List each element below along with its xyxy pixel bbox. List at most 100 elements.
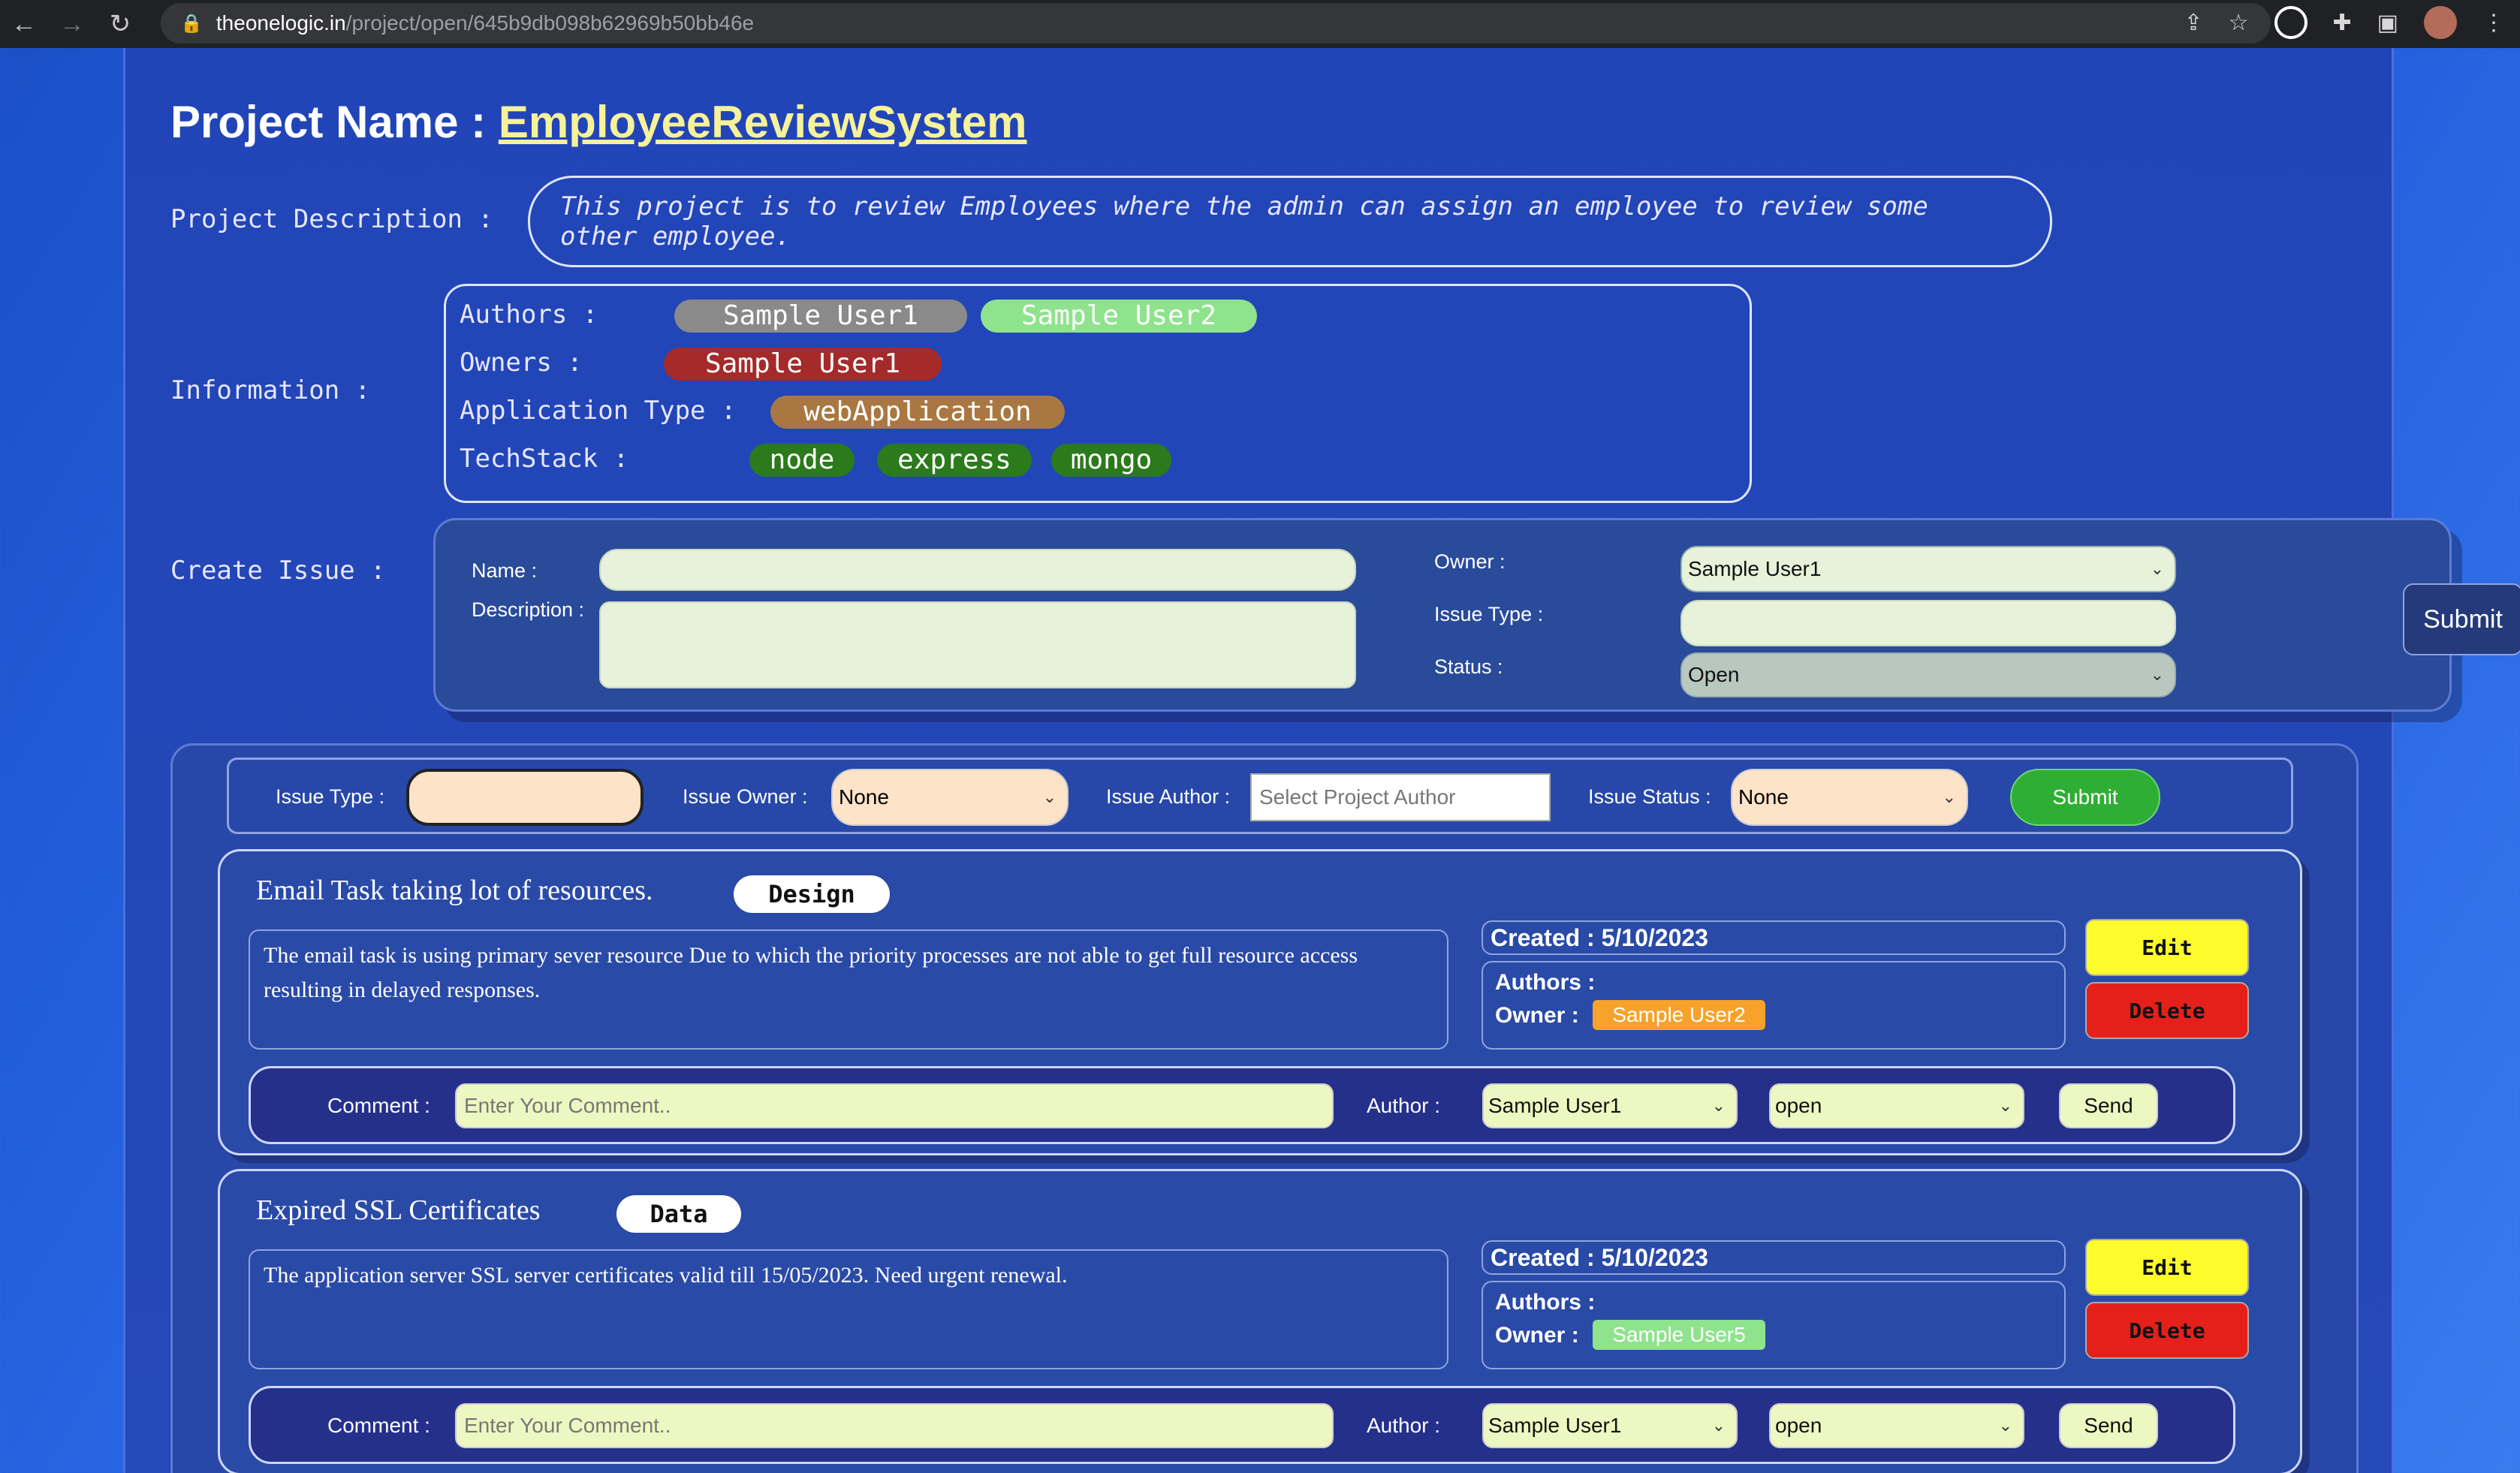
author-label: Author : [1367,1414,1441,1437]
issue-meta: Authors : Owner : Sample User5 [1482,1281,2066,1369]
issue-card: Email Task taking lot of resources. Desi… [218,849,2302,1155]
puzzle-icon[interactable]: ✚ [2333,10,2352,36]
comment-bar: Comment : Enter Your Comment.. Author : … [249,1066,2235,1144]
author-label: Author : [1367,1094,1441,1117]
owner-select[interactable]: Sample User1 ⌄ [1681,546,2176,592]
comment-author-value: Sample User1 [1488,1414,1622,1437]
owners-label: Owners : [460,348,583,378]
extension-icon[interactable] [2274,6,2307,39]
menu-icon[interactable]: ⋮ [2482,10,2505,36]
issue-name-input[interactable] [599,549,1356,591]
filter-issue-type-input[interactable] [406,769,644,826]
edit-button[interactable]: Edit [2085,1239,2249,1296]
issue-tag: Data [616,1195,741,1233]
filter-issue-owner-label: Issue Owner : [683,785,808,808]
comment-input[interactable]: Enter Your Comment.. [455,1083,1334,1128]
filter-issue-author-input[interactable]: Select Project Author [1250,773,1551,821]
issue-authors-label: Authors : [1495,970,1596,995]
techstack-label: TechStack : [460,444,629,474]
issue-description: The application server SSL server certif… [249,1249,1448,1369]
description-box: This project is to review Employees wher… [528,176,2052,267]
filter-issue-type-label: Issue Type : [276,785,385,808]
page-content: Project Name : EmployeeReviewSystem Proj… [123,48,2520,1473]
comment-status-value: open [1775,1414,1822,1437]
filter-submit-button[interactable]: Submit [2010,769,2160,826]
url-path: /project/open/645b9db098b62969b50bb46e [345,11,755,35]
create-issue-form: Name : Description : Owner : Sample User… [433,518,2520,712]
owner-select-value: Sample User1 [1688,557,1822,580]
lock-icon: 🔒 [180,13,203,34]
author-pill: Sample User1 [674,300,967,333]
chevron-down-icon: ⌄ [1711,1416,1726,1435]
project-name-link[interactable]: EmployeeReviewSystem [499,97,1027,147]
chevron-down-icon: ⌄ [1998,1096,2012,1115]
edit-button[interactable]: Edit [2085,919,2249,976]
filter-issue-owner-value: None [839,785,889,809]
create-issue-label: Create Issue : [170,556,386,586]
comment-author-select[interactable]: Sample User1 ⌄ [1482,1403,1738,1448]
author-pill: Sample User2 [981,300,1257,333]
issue-owner-label: Owner : [1495,1003,1579,1028]
issues-panel: Issue Type : Issue Owner : None ⌄ Issue … [170,743,2359,1473]
create-issue-submit-button[interactable]: Submit [2403,583,2520,655]
filter-issue-status-value: None [1738,785,1789,809]
comment-input[interactable]: Enter Your Comment.. [455,1403,1334,1448]
issue-tag: Design [734,875,890,913]
issue-description-input[interactable] [599,601,1356,688]
issue-type-input[interactable] [1681,600,2176,646]
chevron-down-icon: ⌄ [1711,1096,1726,1115]
comment-author-select[interactable]: Sample User1 ⌄ [1482,1083,1738,1128]
issue-meta: Authors : Owner : Sample User2 [1482,961,2066,1050]
comment-status-select[interactable]: open ⌄ [1769,1403,2024,1448]
status-select-value: Open [1688,663,1740,686]
issue-created: Created : 5/10/2023 [1482,1240,2066,1275]
app-type-label: Application Type : [460,396,737,426]
owner-pill: Sample User1 [664,348,942,381]
owner-label: Owner : [1434,550,1506,573]
status-select[interactable]: Open ⌄ [1681,652,2176,697]
description-field-label: Description : [472,598,585,621]
owner-badge: Sample User5 [1593,1320,1765,1350]
issue-title: Email Task taking lot of resources. [256,875,653,906]
status-label: Status : [1434,655,1503,678]
send-button[interactable]: Send [2059,1403,2158,1448]
owner-badge: Sample User2 [1593,1000,1765,1030]
issue-owner-label: Owner : [1495,1323,1579,1348]
forward-icon[interactable]: → [48,10,96,39]
share-icon[interactable]: ⇪ [2184,10,2202,36]
delete-button[interactable]: Delete [2085,982,2249,1039]
filter-issue-owner-select[interactable]: None ⌄ [831,769,1069,826]
tech-pill: mongo [1051,444,1171,477]
issue-title: Expired SSL Certificates [256,1194,541,1226]
chevron-down-icon: ⌄ [2150,665,2164,684]
tech-pill: express [877,444,1032,477]
address-bar[interactable]: 🔒 theonelogic.in /project/open/645b9db09… [161,3,2271,44]
chevron-down-icon: ⌄ [1998,1416,2012,1435]
delete-button[interactable]: Delete [2085,1302,2249,1359]
star-icon[interactable]: ☆ [2229,10,2249,36]
page-title: Project Name : EmployeeReviewSystem [170,96,1027,148]
comment-bar: Comment : Enter Your Comment.. Author : … [249,1386,2235,1464]
filter-bar: Issue Type : Issue Owner : None ⌄ Issue … [227,758,2293,834]
issue-created: Created : 5/10/2023 [1482,920,2066,955]
comment-label: Comment : [327,1094,430,1117]
issue-authors-label: Authors : [1495,1290,1596,1315]
avatar[interactable] [2424,6,2457,39]
back-icon[interactable]: ← [0,10,48,39]
information-box: Authors : Sample User1 Sample User2 Owne… [444,284,1752,503]
issue-description: The email task is using primary sever re… [249,929,1448,1050]
comment-status-select[interactable]: open ⌄ [1769,1083,2024,1128]
name-label: Name : [472,559,538,582]
filter-issue-status-label: Issue Status : [1588,785,1711,808]
filter-issue-status-select[interactable]: None ⌄ [1731,769,1968,826]
chevron-down-icon: ⌄ [1042,788,1057,806]
reload-icon[interactable]: ↻ [96,9,144,39]
browser-toolbar: ← → ↻ 🔒 theonelogic.in /project/open/645… [0,0,2520,48]
comment-author-value: Sample User1 [1488,1094,1622,1117]
sidebar-icon[interactable]: ▣ [2377,10,2398,36]
information-label: Information : [170,375,371,405]
description-label: Project Description : [170,204,493,234]
url-host: theonelogic.in [216,11,346,35]
filter-issue-author-label: Issue Author : [1106,785,1231,808]
send-button[interactable]: Send [2059,1083,2158,1128]
